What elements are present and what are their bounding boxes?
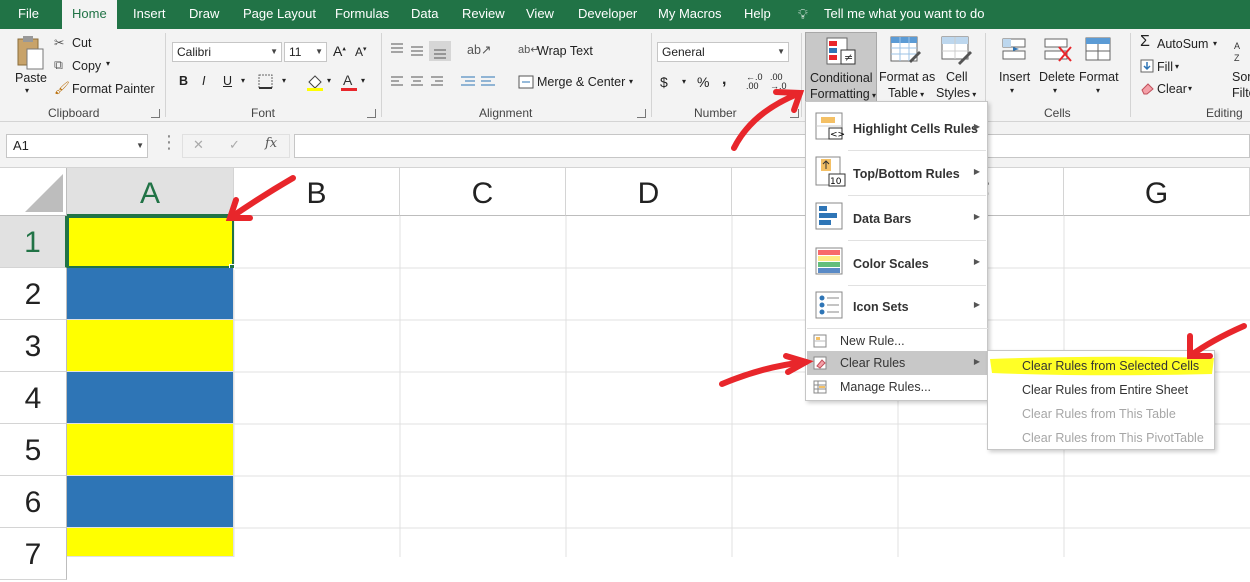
annotation-arrows xyxy=(225,89,1247,387)
arrow-to-conditional-formatting xyxy=(731,90,803,151)
arrow-to-cell-a1 xyxy=(227,175,296,221)
arrow-to-clear-selected-cells xyxy=(1187,323,1247,359)
arrow-to-clear-rules xyxy=(719,359,809,387)
